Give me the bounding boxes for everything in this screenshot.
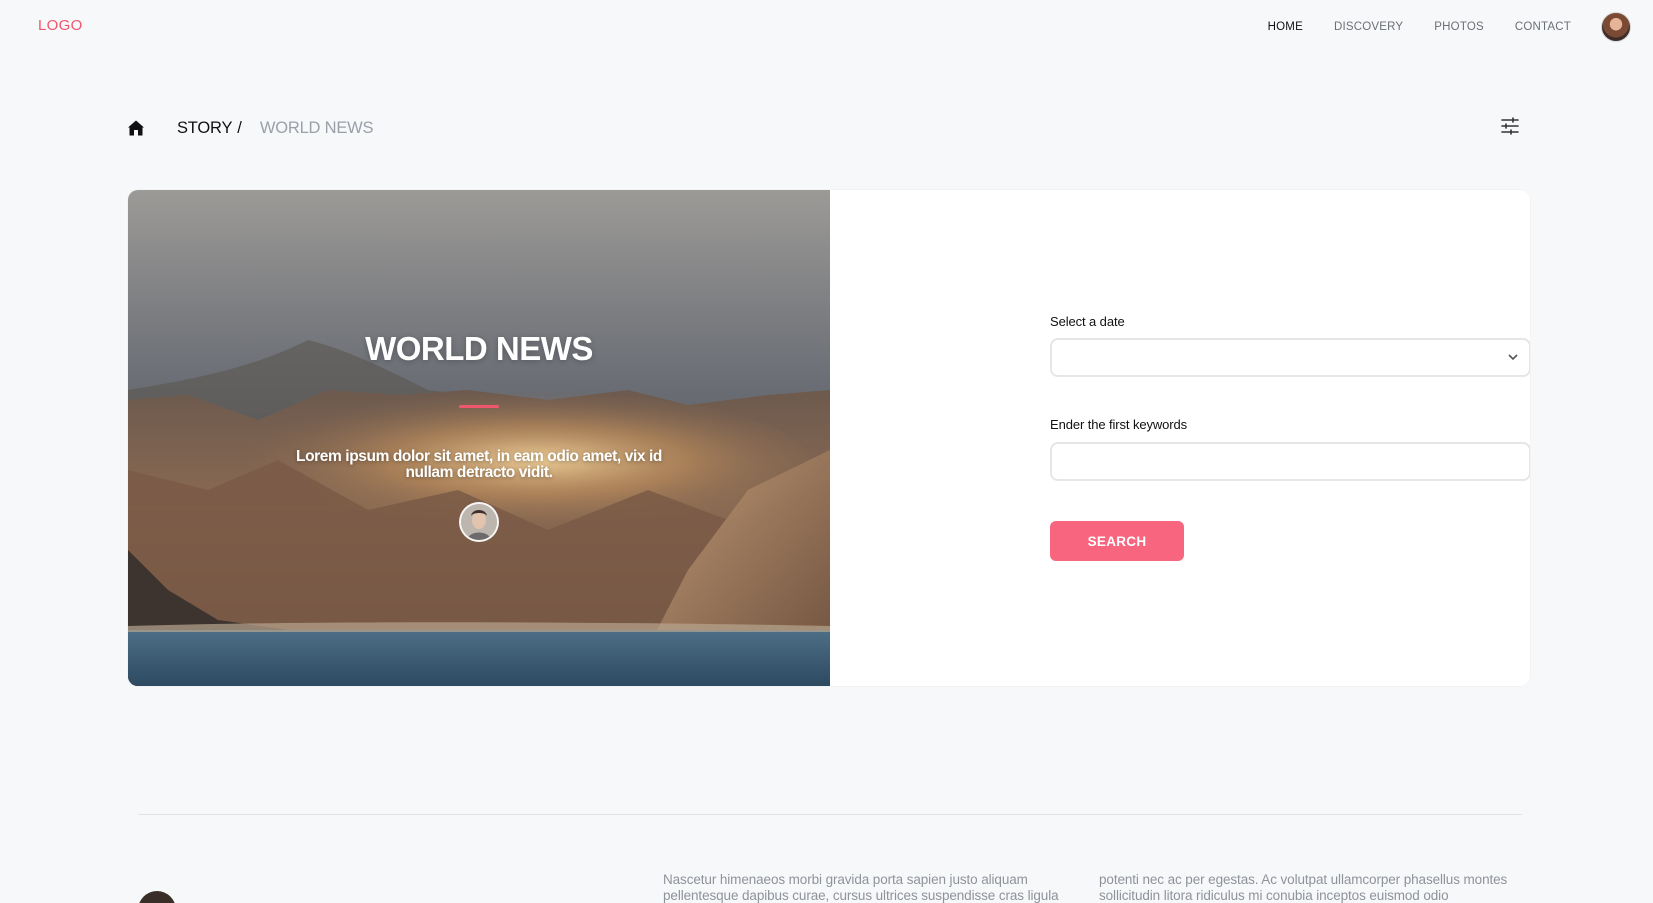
keywords-label: Ender the first keywords	[1050, 417, 1188, 432]
author-avatar[interactable]	[138, 891, 176, 903]
date-label: Select a date	[1050, 314, 1125, 329]
article-column-2: potenti nec ac per egestas. Ac volutpat …	[1099, 872, 1508, 903]
sliders-icon[interactable]	[1500, 117, 1520, 135]
chevron-down-icon	[1508, 354, 1518, 361]
section-divider	[138, 814, 1522, 815]
breadcrumb: STORY / WORLD NEWS	[127, 116, 374, 140]
hero-title: WORLD NEWS	[365, 330, 593, 367]
nav-discovery[interactable]: DISCOVERY	[1334, 21, 1403, 33]
nav-contact[interactable]: CONTACT	[1515, 21, 1571, 33]
hero-text: Lorem ipsum dolor sit amet, in eam odio …	[296, 448, 662, 481]
search-card: WORLD NEWS Lorem ipsum dolor sit amet, i…	[128, 190, 1530, 686]
author-portrait	[461, 504, 497, 540]
author-avatar-hero[interactable]	[459, 502, 499, 542]
logo[interactable]: LOGO	[38, 17, 83, 34]
nav-home[interactable]: HOME	[1268, 21, 1303, 33]
top-nav: HOME DISCOVERY PHOTOS CONTACT	[1268, 0, 1653, 54]
date-select[interactable]	[1050, 338, 1530, 377]
nav-photos[interactable]: PHOTOS	[1434, 21, 1484, 33]
search-form: Select a date Ender the first keywords S…	[940, 190, 1530, 686]
home-icon[interactable]	[127, 119, 145, 137]
breadcrumb-current: WORLD NEWS	[259, 118, 374, 137]
search-button[interactable]: SEARCH	[1050, 521, 1184, 561]
article-column-1: Nascetur himenaeos morbi gravida porta s…	[663, 872, 1059, 903]
landscape-illustration	[128, 190, 830, 686]
breadcrumb-separator: /	[237, 118, 242, 137]
keywords-input[interactable]	[1050, 442, 1530, 481]
hero-image: WORLD NEWS Lorem ipsum dolor sit amet, i…	[128, 190, 830, 686]
breadcrumb-story[interactable]: STORY	[177, 119, 232, 138]
hero-divider	[459, 405, 499, 408]
user-avatar[interactable]	[1601, 12, 1631, 42]
